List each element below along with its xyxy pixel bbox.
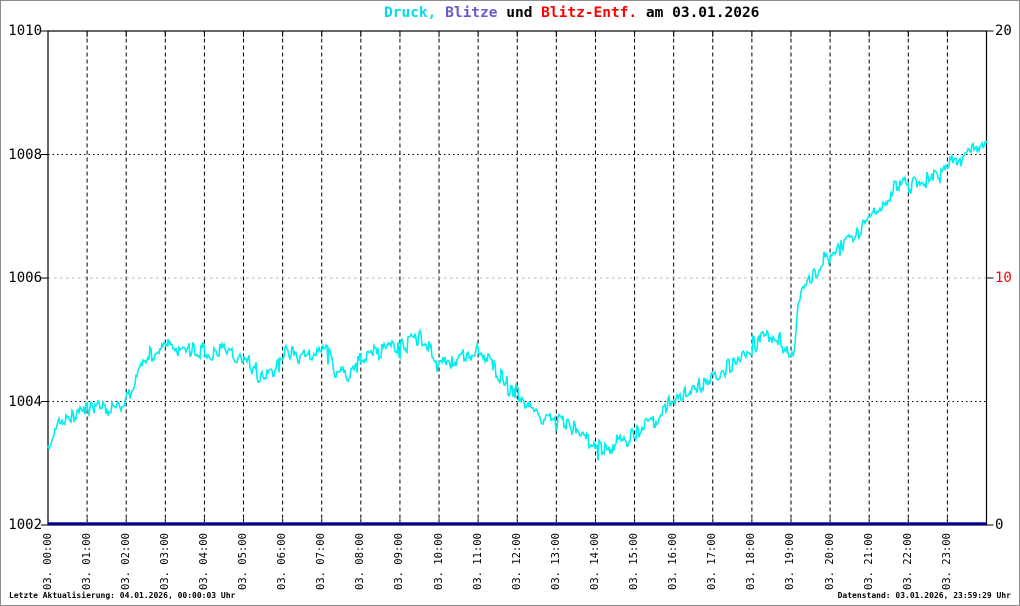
x-axis-tick-label: 03. 18:00	[745, 533, 758, 590]
x-axis-tick-label: 03. 17:00	[706, 533, 719, 590]
x-axis-tick-label: 03. 10:00	[432, 533, 445, 590]
x-axis-tick-label: 03. 16:00	[667, 533, 680, 590]
left-axis-tick-label: 1010	[8, 23, 42, 39]
title-part-und: und	[497, 5, 542, 21]
x-axis-tick-label: 03. 23:00	[940, 533, 953, 590]
x-axis-tick-label: 03. 01:00	[80, 533, 93, 590]
x-axis-tick-label: 03. 14:00	[588, 533, 601, 590]
title-part-blitze: Blitze	[436, 5, 498, 21]
x-axis-tick-label: 03. 13:00	[549, 533, 562, 590]
x-axis-tick-label: 03. 22:00	[901, 533, 914, 590]
x-axis-tick-label: 03. 06:00	[276, 533, 289, 590]
data-timestamp-text: Datenstand: 03.01.2026, 23:59:29 Uhr	[837, 591, 1011, 600]
x-axis-tick-label: 03. 15:00	[628, 533, 641, 590]
x-axis-tick-label: 03. 11:00	[471, 533, 484, 590]
x-axis-tick-label: 03. 05:00	[237, 533, 250, 590]
x-axis-tick-label: 03. 19:00	[784, 533, 797, 590]
x-axis-tick-label: 03. 21:00	[862, 533, 875, 590]
title-part-blitzentf: Blitz-Entf.	[541, 5, 638, 21]
left-axis-tick-label: 1004	[8, 393, 42, 410]
x-axis-tick-label: 03. 04:00	[197, 533, 210, 590]
title-part-druck: Druck,	[384, 5, 437, 21]
chart-canvas: Druck, Blitze und Blitz-Entf. am 03.01.2…	[0, 0, 1020, 606]
x-axis-tick-label: 03. 20:00	[823, 533, 836, 590]
right-axis-tick-label: 0	[995, 517, 1004, 533]
x-axis-tick-label: 03. 12:00	[510, 533, 523, 590]
x-axis-tick-label: 03. 03:00	[158, 533, 171, 590]
left-axis-tick-label: 1002	[8, 517, 42, 533]
left-axis-tick-label: 1006	[8, 270, 42, 286]
title-part-date: am 03.01.2026	[637, 5, 760, 21]
x-axis-tick-label: 03. 02:00	[119, 533, 132, 590]
x-axis-tick-label: 03. 09:00	[393, 533, 406, 590]
plot-area	[41, 30, 994, 526]
last-update-text: Letzte Aktualisierung: 04.01.2026, 00:00…	[9, 591, 236, 600]
right-axis-tick-label: 20	[995, 23, 1012, 39]
x-axis-tick-label: 03. 08:00	[354, 533, 367, 590]
x-axis-tick-label: 03. 00:00	[41, 533, 54, 590]
left-axis-tick-label: 1008	[8, 146, 42, 163]
x-axis-tick-label: 03. 07:00	[315, 533, 328, 590]
right-axis-tick-label: 10	[995, 270, 1012, 286]
chart-title: Druck, Blitze und Blitz-Entf. am 03.01.2…	[384, 5, 759, 21]
